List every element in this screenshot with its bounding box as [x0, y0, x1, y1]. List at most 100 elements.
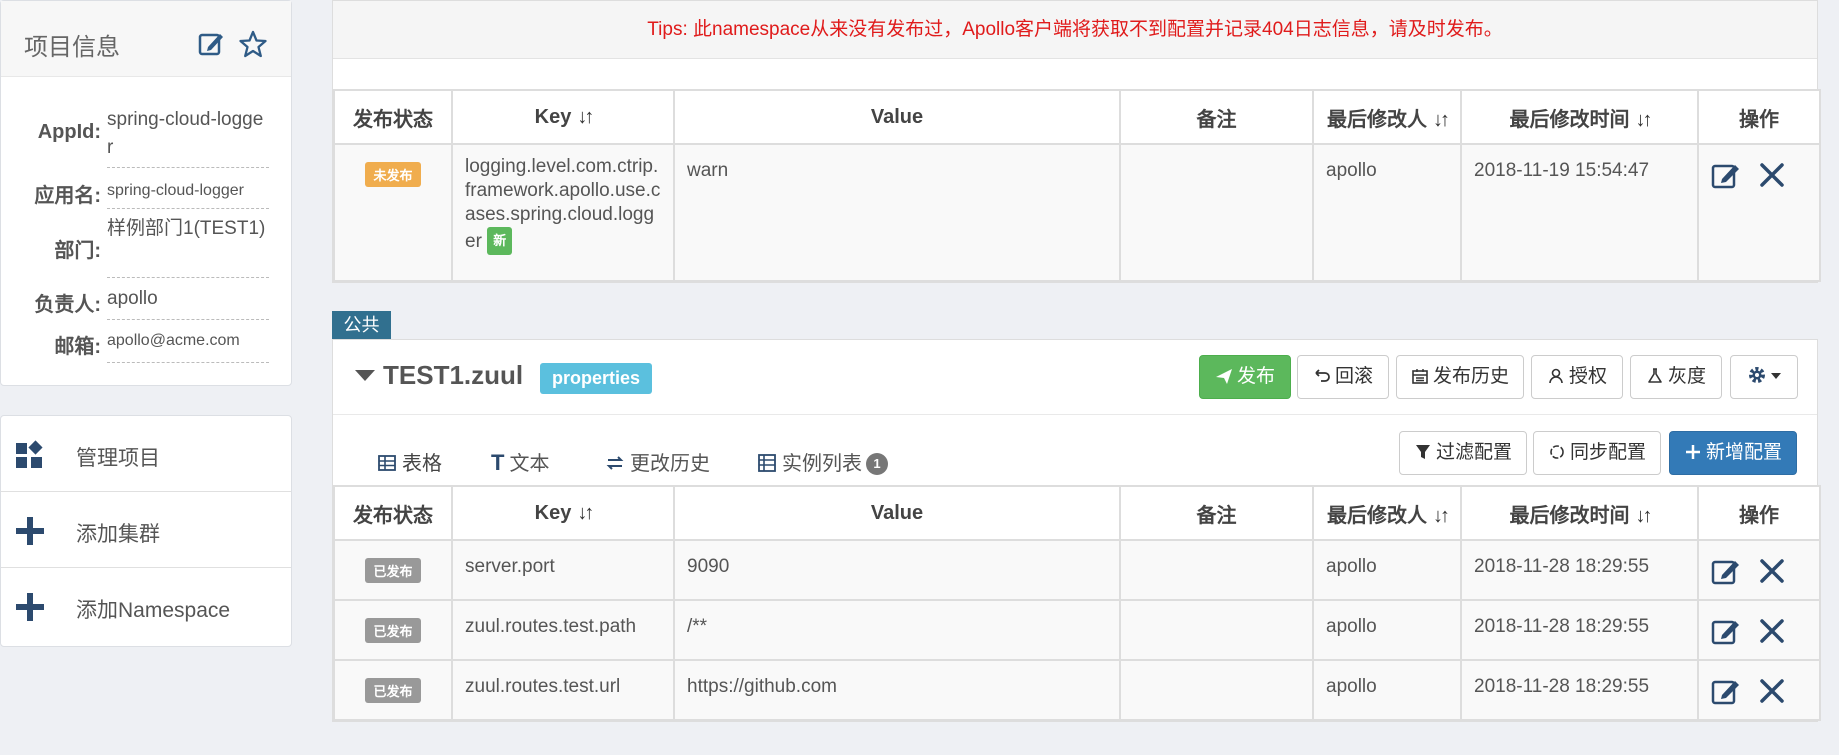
- row-comment: [1119, 599, 1314, 661]
- button-label: 发布历史: [1432, 366, 1509, 387]
- caret-down-icon: [1771, 373, 1781, 379]
- delete-icon[interactable]: [1757, 160, 1787, 190]
- info-label: 负责人:: [34, 294, 101, 316]
- col-header-label: 最后修改时间: [1509, 504, 1630, 527]
- edit-icon[interactable]: [197, 30, 225, 58]
- row-ops: [1697, 539, 1821, 601]
- col-header-key[interactable]: Key ↓↑: [451, 89, 675, 145]
- row-modifier: apollo: [1312, 659, 1462, 721]
- edit-icon[interactable]: [1711, 616, 1741, 646]
- sidebar-item-add-namespace[interactable]: 添加Namespace: [1, 568, 291, 644]
- row-comment: [1119, 143, 1314, 282]
- settings-dropdown-button[interactable]: [1730, 355, 1798, 399]
- sort-icon[interactable]: ↓↑: [1636, 505, 1653, 528]
- tab-label: 文本: [509, 453, 550, 475]
- row-time: 2018-11-28 18:29:55: [1460, 659, 1699, 721]
- col-header-key[interactable]: Key ↓↑: [451, 485, 675, 541]
- sidebar-item-manage-project[interactable]: 管理项目: [1, 416, 291, 492]
- release-history-button[interactable]: 发布历史: [1396, 355, 1524, 399]
- project-info-title: 项目信息: [24, 34, 120, 61]
- format-badge: properties: [540, 363, 653, 394]
- status-badge: 已发布: [365, 558, 421, 583]
- col-header-modifier[interactable]: 最后修改人 ↓↑: [1312, 89, 1462, 145]
- edit-icon[interactable]: [1711, 556, 1741, 586]
- table-row: 已发布 server.port 9090 apollo 2018-11-28 1…: [333, 539, 1821, 601]
- filter-config-button[interactable]: 过滤配置: [1399, 431, 1527, 475]
- table-row: 未发布 logging.level.com.ctrip.framework.ap…: [333, 143, 1821, 282]
- delete-icon[interactable]: [1757, 676, 1787, 706]
- apps-icon: [15, 440, 45, 470]
- row-ops: [1697, 143, 1821, 282]
- namespace-config-table: 发布状态 Key ↓↑ Value 备注 最后修改人 ↓↑ 最后修改时间 ↓↑ 操作 …: [333, 485, 1821, 721]
- list-icon: [757, 453, 777, 473]
- col-header-comment: 备注: [1119, 89, 1314, 145]
- delete-icon[interactable]: [1757, 616, 1787, 646]
- sort-icon[interactable]: ↓↑: [1433, 109, 1450, 132]
- tips-message: Tips: 此namespace从来没有发布过，Apollo客户端将获取不到配置…: [333, 1, 1817, 59]
- plus-icon: [15, 592, 45, 622]
- tab-label: 更改历史: [630, 453, 710, 475]
- sort-icon[interactable]: ↓↑: [577, 106, 594, 129]
- row-comment: [1119, 539, 1314, 601]
- info-label: 应用名:: [34, 185, 101, 207]
- edit-icon[interactable]: [1711, 676, 1741, 706]
- edit-icon[interactable]: [1711, 160, 1741, 190]
- sync-config-button[interactable]: 同步配置: [1533, 431, 1661, 475]
- plus-icon: [1684, 435, 1702, 459]
- plus-icon: [15, 516, 45, 546]
- instance-count-badge: 1: [866, 453, 888, 475]
- table-header-row: 发布状态 Key ↓↑ Value 备注 最后修改人 ↓↑ 最后修改时间 ↓↑ 操作: [333, 485, 1821, 541]
- namespace-header: TEST1.zuul properties 发布 回滚 发布历史 授权 灰度: [333, 340, 1817, 415]
- info-label: 部门:: [54, 240, 101, 262]
- sidebar-item-add-cluster[interactable]: 添加集群: [1, 492, 291, 568]
- namespace-panel: TEST1.zuul properties 发布 回滚 发布历史 授权 灰度 表…: [332, 339, 1821, 722]
- table-row: 已发布 zuul.routes.test.path /** apollo 201…: [333, 599, 1821, 661]
- tab-label: 实例列表: [782, 453, 862, 475]
- col-header-time[interactable]: 最后修改时间 ↓↑: [1460, 89, 1699, 145]
- col-header-time[interactable]: 最后修改时间 ↓↑: [1460, 485, 1699, 541]
- status-badge: 已发布: [365, 618, 421, 643]
- delete-icon[interactable]: [1757, 556, 1787, 586]
- info-value: apollo: [107, 285, 269, 320]
- row-value: https://github.com: [673, 659, 1121, 721]
- info-value: spring-cloud-logger: [107, 106, 269, 168]
- rollback-button[interactable]: 回滚: [1297, 355, 1389, 399]
- sidebar-nav: 管理项目 添加集群 添加Namespace: [0, 415, 292, 647]
- col-header-status: 发布状态: [333, 485, 453, 541]
- col-header-label: 最后修改人: [1327, 108, 1427, 131]
- collapse-icon[interactable]: [355, 370, 375, 381]
- public-tag: 公共: [332, 311, 391, 339]
- col-header-label: Key: [534, 105, 572, 128]
- col-header-label: 最后修改人: [1327, 504, 1427, 527]
- star-icon[interactable]: [239, 30, 267, 58]
- swap-icon: [605, 453, 625, 473]
- sort-icon[interactable]: ↓↑: [577, 502, 594, 525]
- row-modifier: apollo: [1312, 143, 1462, 282]
- user-icon: [1547, 359, 1565, 384]
- button-label: 过滤配置: [1435, 442, 1512, 463]
- sort-icon[interactable]: ↓↑: [1636, 109, 1653, 132]
- add-config-button[interactable]: 新增配置: [1669, 431, 1797, 475]
- sort-icon[interactable]: ↓↑: [1433, 505, 1450, 528]
- button-label: 回滚: [1334, 366, 1373, 387]
- row-time: 2018-11-28 18:29:55: [1460, 539, 1699, 601]
- row-modifier: apollo: [1312, 599, 1462, 661]
- table-header-row: 发布状态 Key ↓↑ Value 备注 最后修改人 ↓↑ 最后修改时间 ↓↑ 操作: [333, 89, 1821, 145]
- col-header-value: Value: [673, 485, 1121, 541]
- row-ops: [1697, 599, 1821, 661]
- row-value: 9090: [673, 539, 1121, 601]
- publish-button[interactable]: 发布: [1199, 355, 1291, 399]
- row-key: server.port: [451, 539, 675, 601]
- status-badge: 已发布: [365, 678, 421, 703]
- row-modifier: apollo: [1312, 539, 1462, 601]
- flask-icon: [1646, 359, 1664, 383]
- filter-icon: [1414, 435, 1432, 459]
- authorize-button[interactable]: 授权: [1531, 355, 1623, 399]
- info-value: spring-cloud-logger: [107, 179, 269, 209]
- button-label: 新增配置: [1705, 442, 1782, 463]
- calendar-icon: [1411, 359, 1429, 384]
- gray-release-button[interactable]: 灰度: [1630, 355, 1722, 399]
- col-header-modifier[interactable]: 最后修改人 ↓↑: [1312, 485, 1462, 541]
- col-header-comment: 备注: [1119, 485, 1314, 541]
- col-header-value: Value: [673, 89, 1121, 145]
